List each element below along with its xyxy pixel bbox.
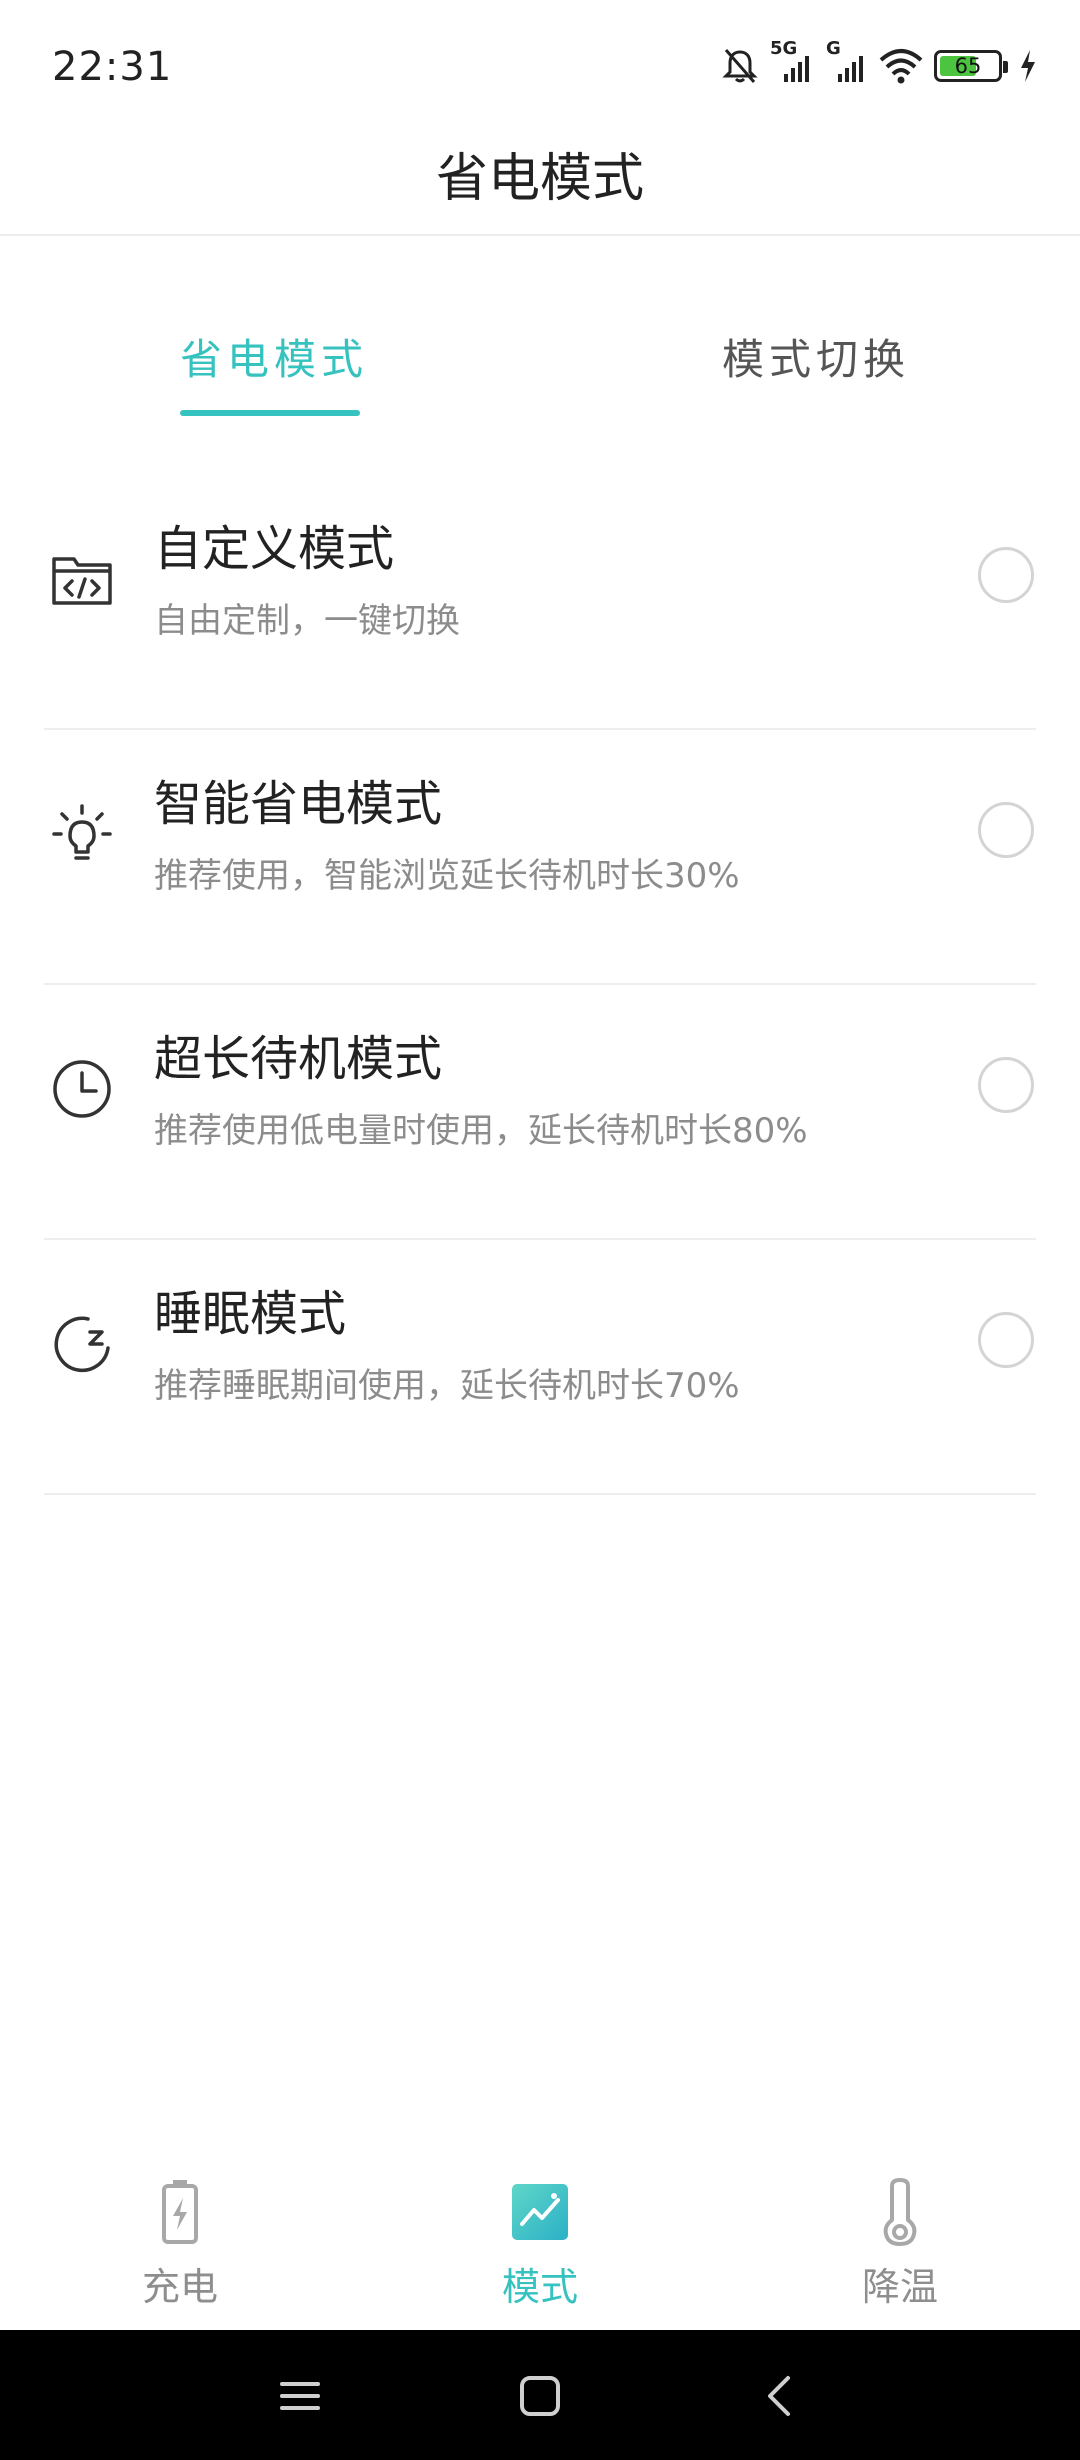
nav-item-charge[interactable]: 充电 <box>80 2176 280 2326</box>
mode-item-sleep[interactable]: 睡眠模式 推荐睡眠期间使用，延长待机时长70% <box>44 1240 1036 1495</box>
thermometer-icon <box>800 2176 1000 2248</box>
mode-radio-smart[interactable] <box>978 802 1034 858</box>
mode-radio-long-standby[interactable] <box>978 1057 1034 1113</box>
page-title: 省电模式 <box>435 149 644 209</box>
mode-description: 推荐使用低电量时使用，延长待机时长80% <box>154 1111 808 1151</box>
battery-charge-icon <box>80 2176 280 2248</box>
home-icon[interactable] <box>510 2366 570 2426</box>
code-folder-icon <box>48 545 116 613</box>
nav-label: 充电 <box>141 2265 218 2309</box>
clock-icon <box>48 1055 116 1123</box>
wifi-icon <box>878 46 924 86</box>
back-icon[interactable] <box>750 2366 810 2426</box>
charging-bolt-icon <box>1018 48 1038 84</box>
nav-item-cool[interactable]: 降温 <box>800 2176 1000 2326</box>
network-type-label: 5G <box>770 38 798 59</box>
tab-mode-switch[interactable]: 模式切换 <box>722 326 910 387</box>
mode-description: 推荐睡眠期间使用，延长待机时长70% <box>154 1366 740 1406</box>
mode-item-long-standby[interactable]: 超长待机模式 推荐使用低电量时使用，延长待机时长80% <box>44 985 1036 1240</box>
mode-title: 超长待机模式 <box>154 1031 443 1087</box>
signal-icon: G <box>824 38 868 86</box>
mode-radio-custom[interactable] <box>978 547 1034 603</box>
chart-image-icon <box>440 2176 640 2248</box>
tab-indicator <box>180 410 360 416</box>
status-bar: 22:31 5G G 65 <box>0 0 1080 130</box>
nav-label: 降温 <box>861 2265 938 2309</box>
bottom-nav: 充电 模式 降温 <box>0 2160 1080 2330</box>
nav-item-mode[interactable]: 模式 <box>440 2176 640 2326</box>
menu-icon[interactable] <box>270 2366 330 2426</box>
mode-radio-sleep[interactable] <box>978 1312 1034 1368</box>
signal-icon: 5G <box>770 38 814 86</box>
mode-item-smart[interactable]: 智能省电模式 推荐使用，智能浏览延长待机时长30% <box>44 730 1036 985</box>
mode-title: 睡眠模式 <box>154 1286 347 1342</box>
mode-description: 推荐使用，智能浏览延长待机时长30% <box>154 856 740 896</box>
moon-sleep-icon <box>48 1310 116 1378</box>
lightbulb-icon <box>48 800 116 868</box>
status-icons: 5G G 65 <box>720 38 1038 88</box>
status-time: 22:31 <box>52 44 173 90</box>
mode-list: 自定义模式 自由定制，一键切换 智能省电模式 推荐使用，智能浏览延长待机时长30… <box>0 475 1080 1495</box>
tab-power-saving[interactable]: 省电模式 <box>180 326 368 387</box>
network-type-label: G <box>826 38 841 59</box>
tab-bar: 省电模式 模式切换 <box>0 300 1080 420</box>
nav-label: 模式 <box>501 2265 578 2309</box>
mute-bell-icon <box>720 46 760 86</box>
mode-title: 自定义模式 <box>154 521 395 577</box>
mode-description: 自由定制，一键切换 <box>154 601 460 641</box>
mode-title: 智能省电模式 <box>154 776 443 832</box>
title-bar: 省电模式 <box>0 130 1080 236</box>
mode-item-custom[interactable]: 自定义模式 自由定制，一键切换 <box>44 475 1036 730</box>
system-nav-bar <box>0 2330 1080 2460</box>
battery-level: 65 <box>954 54 982 78</box>
battery-icon: 65 <box>934 50 1008 82</box>
